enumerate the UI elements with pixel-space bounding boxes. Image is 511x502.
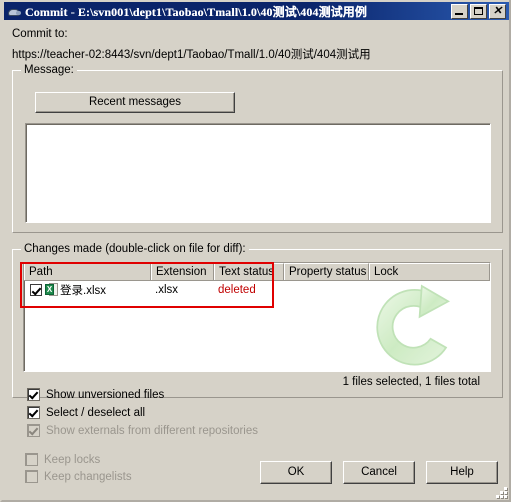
file-path-text: 登录.xlsx	[60, 284, 106, 297]
commit-to-label: Commit to:	[12, 28, 68, 40]
title-bar[interactable]: Commit - E:\svn001\dept1\Taobao\Tmall\1.…	[4, 2, 509, 20]
changes-made-group: Changes made (double-click on file for d…	[12, 243, 503, 398]
cell-path: X 登录.xlsx	[24, 282, 151, 298]
message-group-title: Message:	[21, 64, 77, 76]
minimize-button[interactable]	[451, 3, 468, 19]
option-show-unversioned-files[interactable]: Show unversioned files	[27, 388, 164, 401]
cancel-button[interactable]: Cancel	[343, 461, 415, 484]
option-label: Keep locks	[44, 453, 101, 466]
checkbox-icon[interactable]	[27, 388, 40, 401]
column-header-extension[interactable]: Extension	[151, 263, 214, 280]
tortoise-icon	[6, 4, 22, 19]
checkbox-icon	[25, 453, 38, 466]
row-checkbox-icon[interactable]	[30, 283, 42, 296]
window-controls: ✕	[451, 3, 506, 19]
option-keep-changelists: Keep changelists	[25, 470, 132, 483]
option-keep-locks: Keep locks	[25, 453, 100, 466]
file-list-header: Path Extension Text status Property status L…	[24, 263, 490, 281]
table-row[interactable]: X 登录.xlsx .xlsx deleted	[24, 281, 490, 298]
ok-button[interactable]: OK	[260, 461, 332, 484]
column-header-lock[interactable]: Lock	[369, 263, 490, 280]
checkbox-icon[interactable]	[27, 406, 40, 419]
commit-message-input[interactable]	[25, 123, 491, 223]
message-group: Message: Recent messages	[12, 64, 503, 233]
commit-dialog: Commit - E:\svn001\dept1\Taobao\Tmall\1.…	[0, 0, 511, 502]
resize-grip[interactable]	[495, 486, 507, 498]
option-label: Select / deselect all	[46, 406, 146, 419]
help-button[interactable]: Help	[426, 461, 498, 484]
excel-file-icon-icon: X	[45, 282, 58, 297]
option-select-deselect-all[interactable]: Select / deselect all	[27, 406, 145, 419]
recent-messages-button[interactable]: Recent messages	[35, 92, 235, 113]
cell-text-status: deleted	[218, 283, 256, 296]
option-label: Keep changelists	[44, 470, 132, 483]
checkbox-icon	[27, 424, 40, 437]
option-show-externals: Show externals from different repositori…	[27, 424, 258, 437]
files-count-label: 1 files selected, 1 files total	[342, 376, 480, 388]
commit-to-url: https://teacher-02:8443/svn/dept1/Taobao…	[12, 49, 371, 61]
column-header-text-status[interactable]: Text status	[214, 263, 284, 280]
cell-extension: .xlsx	[155, 283, 178, 296]
close-button[interactable]: ✕	[489, 3, 506, 19]
file-list-body: X 登录.xlsx .xlsx deleted	[24, 281, 490, 371]
file-rows-container: X 登录.xlsx .xlsx deleted	[24, 281, 490, 298]
window-title: Commit - E:\svn001\dept1\Taobao\Tmall\1.…	[25, 4, 367, 19]
changed-files-list[interactable]: Path Extension Text status Property status L…	[23, 262, 491, 372]
column-header-property-status[interactable]: Property status	[284, 263, 369, 280]
column-header-path[interactable]: Path	[24, 263, 151, 280]
maximize-button[interactable]	[470, 3, 487, 19]
changes-group-title: Changes made (double-click on file for d…	[21, 243, 249, 255]
close-icon: ✕	[492, 4, 503, 17]
checkbox-icon	[25, 470, 38, 483]
option-label: Show unversioned files	[46, 388, 165, 401]
option-label: Show externals from different repositori…	[46, 424, 258, 437]
